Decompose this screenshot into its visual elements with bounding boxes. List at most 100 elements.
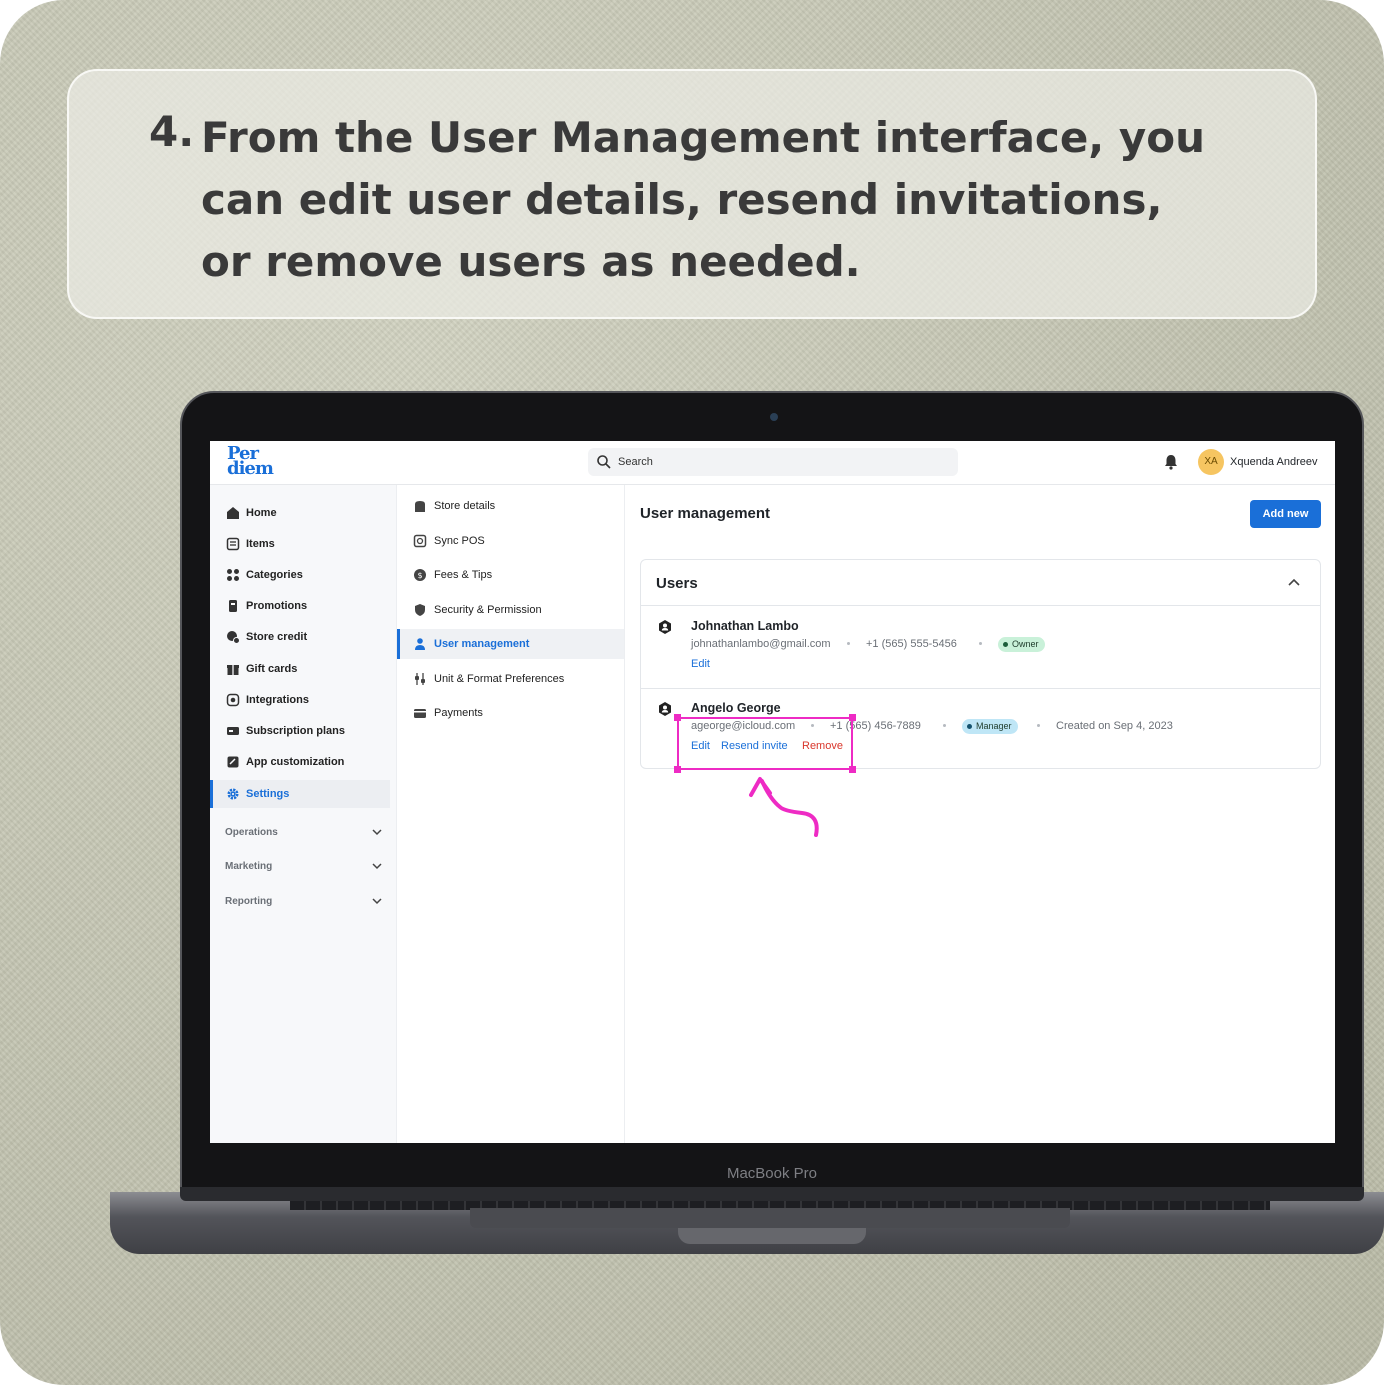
laptop-notch [678, 1228, 866, 1244]
group-label: Reporting [225, 896, 273, 907]
separator-dot [943, 724, 946, 727]
created-date: Created on Sep 4, 2023 [1056, 720, 1173, 732]
users-panel-header[interactable]: Users [641, 560, 1320, 606]
edit-link[interactable]: Edit [691, 658, 710, 670]
integrations-icon [226, 693, 240, 707]
sidebar-item-label: Categories [246, 569, 303, 581]
settings-item-payments[interactable]: Payments [397, 698, 624, 728]
sidebar-item-label: Integrations [246, 694, 309, 706]
top-bar: Per diem Search XA Xquenda Andreev [210, 441, 1335, 485]
settings-item-store-details[interactable]: Store details [397, 491, 624, 521]
sidebar-group-reporting[interactable]: Reporting [210, 889, 397, 913]
categories-icon [227, 569, 239, 581]
group-label: Marketing [225, 861, 273, 872]
sidebar: Home Items Categories Promotions Store c… [210, 485, 397, 1143]
search-input[interactable]: Search [588, 448, 958, 476]
svg-text:$: $ [417, 571, 422, 580]
settings-item-label: Store details [434, 500, 496, 512]
chevron-up-icon[interactable] [1285, 574, 1303, 592]
avatar[interactable]: XA [1198, 449, 1224, 475]
sidebar-item-label: Items [246, 538, 275, 550]
highlight-box [677, 717, 853, 770]
device-brand: MacBook Pro [726, 1165, 818, 1182]
sidebar-group-marketing[interactable]: Marketing [210, 854, 397, 878]
user-badge-icon [659, 702, 671, 716]
tutorial-card: 4. From the User Management interface, y… [0, 0, 1384, 1385]
settings-item-label: Sync POS [434, 535, 485, 547]
settings-item-sync-pos[interactable]: Sync POS [397, 526, 624, 556]
settings-item-label: User management [434, 638, 530, 650]
sidebar-item-categories[interactable]: Categories [210, 561, 390, 589]
laptop-hinge [180, 1187, 1364, 1201]
user-name[interactable]: Xquenda Andreev [1230, 456, 1317, 468]
settings-item-unit-format[interactable]: Unit & Format Preferences [397, 664, 624, 694]
user-email: johnathanlambo@gmail.com [691, 638, 831, 650]
highlight-corner [674, 714, 681, 721]
user-row: Johnathan Lambo johnathanlambo@gmail.com… [641, 607, 1320, 689]
sidebar-item-store-credit[interactable]: Store credit [210, 623, 390, 651]
gift-card-icon [227, 665, 239, 675]
settings-item-label: Fees & Tips [434, 569, 493, 581]
store-credit-icon [227, 631, 240, 644]
sidebar-item-label: Home [246, 507, 277, 519]
sidebar-item-integrations[interactable]: Integrations [210, 686, 390, 714]
separator-dot [847, 642, 850, 645]
settings-item-security[interactable]: Security & Permission [397, 595, 624, 625]
chevron-down-icon [372, 863, 382, 870]
chevron-down-icon [372, 829, 382, 836]
shield-icon [415, 604, 425, 616]
items-icon [226, 537, 240, 551]
settings-item-fees-tips[interactable]: $ Fees & Tips [397, 560, 624, 590]
sidebar-item-label: Subscription plans [246, 725, 346, 737]
search-icon [597, 455, 611, 469]
highlight-corner [849, 714, 856, 721]
sidebar-item-home[interactable]: Home [210, 499, 390, 527]
sidebar-item-items[interactable]: Items [210, 530, 390, 558]
sliders-icon [415, 673, 425, 685]
caption-box: 4. From the User Management interface, y… [67, 69, 1317, 319]
pointer-arrow-icon [749, 777, 819, 837]
sidebar-item-promotions[interactable]: Promotions [210, 592, 390, 620]
settings-item-label: Payments [434, 707, 483, 719]
user-badge-icon [659, 620, 671, 634]
add-new-button[interactable]: Add new [1250, 500, 1321, 528]
logo-line-2: diem [227, 458, 274, 479]
highlight-corner [849, 766, 856, 773]
sidebar-item-settings[interactable]: Settings [210, 780, 390, 808]
sidebar-item-app-customization[interactable]: App customization [210, 748, 390, 776]
dollar-icon: $ [414, 569, 426, 581]
promotions-icon [229, 600, 237, 612]
user-name: Johnathan Lambo [691, 619, 799, 633]
bell-icon[interactable] [1162, 453, 1180, 471]
camera-icon [770, 413, 778, 421]
laptop-trackpad [470, 1208, 1070, 1228]
sidebar-item-label: Gift cards [246, 663, 298, 675]
sidebar-item-gift-cards[interactable]: Gift cards [210, 655, 390, 683]
separator-dot [979, 642, 982, 645]
wallet-icon [414, 709, 426, 718]
settings-nav: Store details Sync POS $ Fees & Tips Sec… [397, 485, 625, 1143]
sidebar-group-operations[interactable]: Operations [210, 820, 397, 844]
step-number: 4. [149, 107, 195, 156]
sidebar-item-label: App customization [246, 756, 345, 768]
sidebar-item-label: Settings [246, 788, 290, 800]
users-panel-title: Users [656, 575, 698, 592]
sidebar-item-label: Store credit [246, 631, 308, 643]
user-name: Angelo George [691, 701, 781, 715]
app-customization-icon [227, 756, 239, 768]
main-content: User management Add new Users Johnathan … [625, 485, 1335, 1143]
sidebar-item-label: Promotions [246, 600, 308, 612]
page-title: User management [640, 505, 771, 522]
caption-text: From the User Management interface, you … [201, 113, 1206, 286]
settings-item-user-management[interactable]: User management [397, 629, 624, 659]
role-badge: Manager [962, 719, 1018, 734]
sidebar-item-subscription-plans[interactable]: Subscription plans [210, 717, 390, 745]
perdiem-logo[interactable]: Per diem [227, 445, 274, 479]
subscription-icon [227, 727, 239, 735]
role-badge: Owner [998, 637, 1045, 652]
sync-icon [413, 534, 427, 548]
settings-item-label: Security & Permission [434, 604, 542, 616]
separator-dot [1037, 724, 1040, 727]
user-icon [415, 638, 425, 650]
user-phone: +1 (565) 555-5456 [866, 638, 957, 650]
